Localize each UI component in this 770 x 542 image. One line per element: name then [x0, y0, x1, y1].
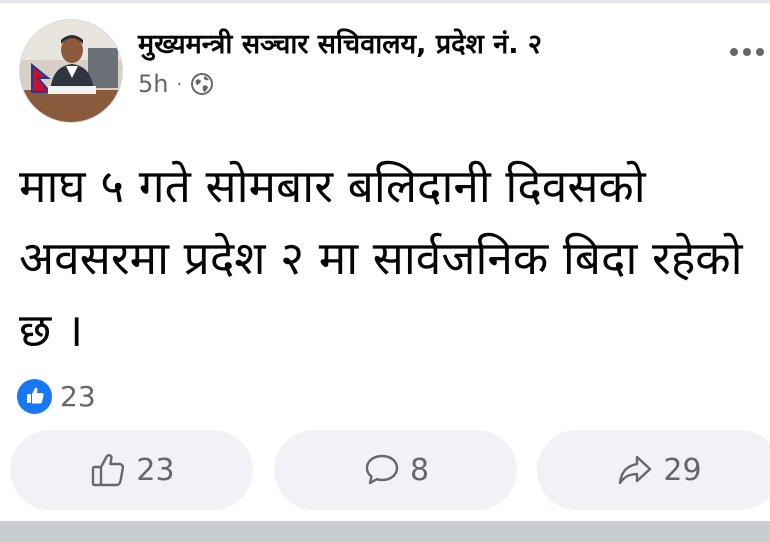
reaction-summary[interactable]: 23: [17, 378, 96, 414]
like-button[interactable]: 23: [10, 430, 253, 510]
meta-separator: ·: [176, 73, 183, 95]
avatar-photo: [20, 20, 122, 122]
page-name[interactable]: मुख्यमन्त्री सञ्चार सचिवालय, प्रदेश नं. …: [138, 28, 542, 62]
post-meta: 5h ·: [138, 69, 214, 99]
share-button[interactable]: 29: [537, 430, 770, 510]
top-divider: [0, 0, 770, 3]
reaction-count: 23: [60, 379, 96, 413]
post-text: माघ ५ गते सोमबार बलिदानी दिवसको अवसरमा प…: [19, 159, 743, 357]
comment-count: 8: [409, 452, 430, 488]
comment-icon: [365, 454, 399, 485]
like-count: 23: [136, 452, 175, 488]
like-reaction-icon: [17, 378, 52, 414]
action-bar: 23 8 29: [0, 430, 770, 510]
post-time[interactable]: 5h: [138, 70, 168, 98]
facebook-post: मुख्यमन्त्री सञ्चार सचिवालय, प्रदेश नं. …: [0, 0, 770, 542]
share-icon: [619, 455, 652, 485]
avatar[interactable]: [19, 19, 123, 123]
more-options-icon[interactable]: [728, 42, 766, 62]
thumbs-up-icon: [92, 454, 125, 487]
globe-icon: [190, 72, 214, 96]
comment-button[interactable]: 8: [274, 430, 517, 510]
share-count: 29: [663, 452, 702, 488]
post-separator: [0, 521, 770, 542]
